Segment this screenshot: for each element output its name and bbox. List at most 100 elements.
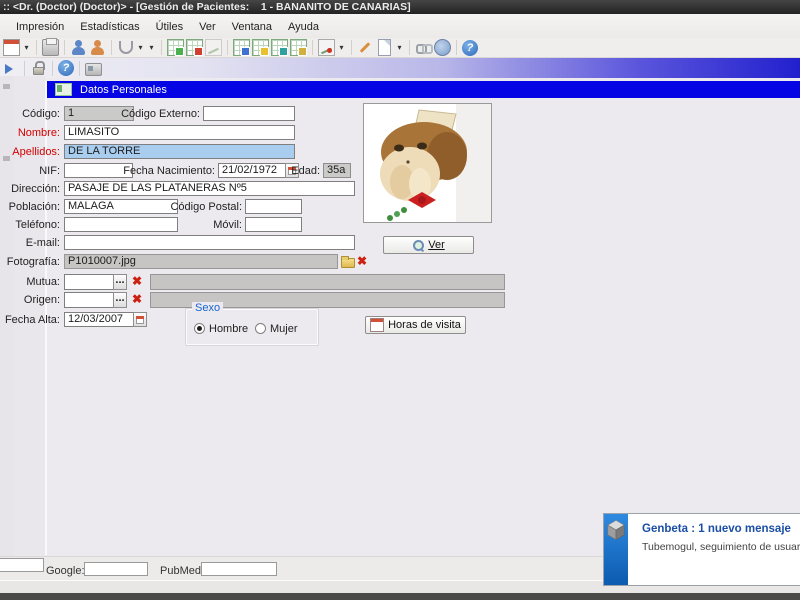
visits-table-green-icon[interactable] (167, 39, 184, 56)
toolbar-separator (351, 40, 352, 55)
lock-icon[interactable] (32, 60, 45, 77)
menu-utiles[interactable]: Útiles (148, 19, 192, 35)
radio-hombre-label[interactable]: Hombre (209, 323, 248, 335)
nif-label: NIF: (39, 165, 60, 177)
movil-label: Móvil: (213, 219, 242, 231)
pencil-icon[interactable] (357, 39, 374, 56)
fecha-alta-field[interactable]: 12/03/2007 (64, 312, 134, 327)
menu-estadisticas[interactable]: Estadísticas (72, 19, 147, 35)
app-window: :: <Dr. (Doctor) (Doctor)> - [Gestión de… (0, 0, 800, 600)
chevron-down-icon[interactable]: ▾ (395, 43, 404, 52)
notification-sidebar (604, 514, 628, 585)
toolbar-separator (161, 40, 162, 55)
codigo-externo-label: Código Externo: (121, 108, 200, 120)
pubmed-label: PubMed: (160, 565, 205, 577)
section-title: Datos Personales (80, 83, 167, 96)
grid-teal-icon[interactable] (271, 39, 288, 56)
menu-ayuda[interactable]: Ayuda (280, 19, 327, 35)
grid-yellow-icon[interactable] (290, 39, 307, 56)
menu-ventana[interactable]: Ventana (224, 19, 280, 35)
toolbar-separator (64, 40, 65, 55)
horas-de-visita-label: Horas de visita (388, 319, 461, 331)
radio-mujer-label[interactable]: Mujer (270, 323, 298, 335)
direccion-field[interactable]: PASAJE DE LAS PLATANERAS Nº5 (64, 181, 355, 196)
mutua-description-field (150, 274, 505, 290)
ver-label: Ver (428, 239, 445, 251)
toolbar-separator (52, 60, 53, 76)
grid-star-icon[interactable] (252, 39, 269, 56)
clear-fotografia-icon[interactable]: ✖ (355, 254, 369, 269)
web-icon[interactable] (434, 39, 451, 56)
menu-ver[interactable]: Ver (191, 19, 224, 35)
sexo-label: Sexo (192, 302, 224, 314)
fecha-alta-calendar-icon[interactable] (133, 312, 147, 327)
direccion-label: Dirección: (11, 183, 60, 195)
patient-add-icon[interactable] (89, 39, 106, 56)
menu-impresion[interactable]: Impresión (8, 19, 72, 35)
mutua-field[interactable] (64, 274, 114, 290)
pubmed-search-input[interactable] (201, 562, 277, 576)
secondary-toolbar: ? (0, 58, 800, 78)
ver-button[interactable]: Ver (383, 236, 474, 254)
id-card-icon[interactable] (85, 62, 102, 76)
radio-hombre[interactable] (194, 323, 205, 334)
edad-label: Edad: (291, 165, 320, 177)
fecha-alta-label: Fecha Alta: (4, 314, 60, 326)
origen-field[interactable] (64, 292, 114, 308)
taskbar-edge (0, 593, 800, 600)
chart-annotate-icon[interactable] (318, 39, 335, 56)
codigo-postal-field[interactable] (245, 199, 302, 214)
calendar-icon[interactable] (3, 39, 20, 56)
telefono-label: Teléfono: (15, 219, 60, 231)
printer-icon[interactable] (42, 38, 59, 56)
personal-data-icon (55, 83, 72, 96)
mutua-label: Mutua: (26, 276, 60, 288)
apellidos-label: Apellidos: (12, 146, 60, 158)
chevron-down-icon[interactable]: ▾ (337, 43, 346, 52)
movil-field[interactable] (245, 217, 302, 232)
codigo-externo-field[interactable] (203, 106, 295, 121)
horas-de-visita-button[interactable]: Horas de visita (365, 316, 466, 334)
footer-left-input[interactable] (0, 558, 44, 572)
notification-body[interactable]: Tubemogul, seguimiento de usuarios y víd (642, 541, 800, 553)
chevron-down-icon[interactable]: ▾ (147, 43, 156, 52)
email-field[interactable] (64, 235, 355, 250)
notification-title[interactable]: Genbeta : 1 nuevo mensaje (642, 523, 791, 535)
email-label: E-mail: (25, 237, 60, 249)
visits-table-red-icon[interactable] (186, 39, 203, 56)
fotografia-field: P1010007.jpg (64, 254, 338, 269)
toolbar-separator (312, 40, 313, 55)
info-icon[interactable]: ? (58, 60, 74, 76)
edad-field: 35a (323, 163, 351, 178)
mutua-lookup-button[interactable]: ... (113, 274, 127, 290)
poblacion-label: Población: (8, 201, 60, 213)
clear-origen-icon[interactable]: ✖ (130, 292, 144, 307)
notification-popup[interactable]: Genbeta : 1 nuevo mensaje Tubemogul, seg… (603, 513, 800, 586)
plush-toy-image (364, 104, 491, 222)
google-search-input[interactable] (84, 562, 148, 576)
clear-mutua-icon[interactable]: ✖ (130, 274, 144, 289)
magnifier-icon (412, 239, 425, 251)
section-header: Datos Personales (47, 81, 800, 98)
stethoscope-icon[interactable] (117, 39, 134, 56)
google-label: Google: (46, 565, 85, 577)
grid-blue-icon[interactable] (233, 39, 250, 56)
main-toolbar: ▾ ▾ ▾ ▾ ▾ ? (0, 38, 800, 58)
patient-verified-icon[interactable] (70, 39, 87, 56)
origen-lookup-button[interactable]: ... (113, 292, 127, 308)
chevron-down-icon[interactable]: ▾ (136, 43, 145, 52)
open-folder-icon[interactable] (340, 254, 355, 269)
chevron-down-icon[interactable]: ▾ (22, 43, 31, 52)
nombre-field[interactable]: LIMASITO (64, 125, 295, 140)
fotografia-label: Fotografía: (6, 256, 60, 268)
link-icon[interactable] (415, 39, 433, 56)
new-document-icon[interactable] (378, 39, 391, 56)
toolbar-separator (24, 60, 25, 76)
radio-mujer[interactable] (255, 323, 266, 334)
chart-disabled-icon[interactable] (205, 39, 222, 56)
apellidos-field[interactable]: DE LA TORRE (64, 144, 295, 159)
nombre-label: Nombre: (17, 127, 60, 139)
help-icon[interactable]: ? (462, 39, 478, 56)
forward-arrow-icon[interactable] (2, 60, 19, 77)
codigo-label: Código: (22, 108, 60, 120)
